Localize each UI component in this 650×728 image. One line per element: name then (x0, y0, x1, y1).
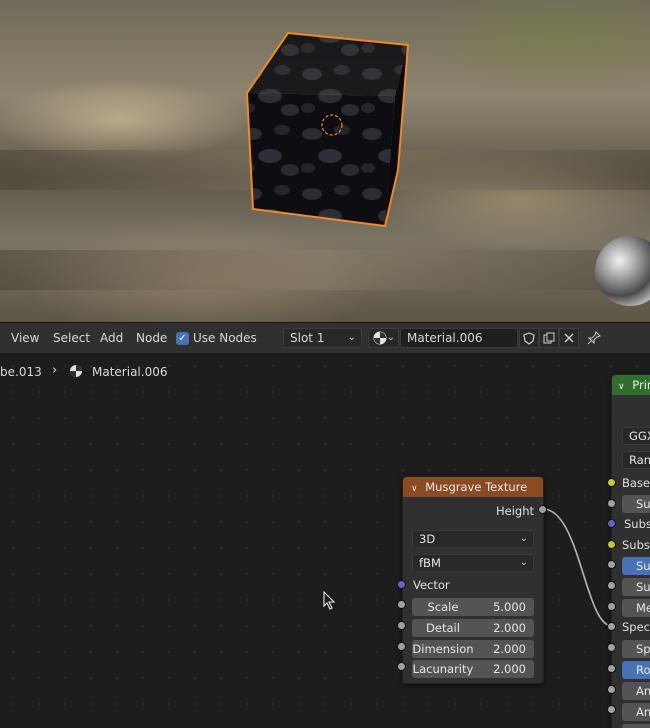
roughness-socket[interactable] (607, 664, 616, 673)
mouse-cursor-icon (323, 591, 336, 610)
menu-view[interactable]: View (11, 331, 39, 345)
copy-icon (543, 332, 555, 344)
sheen-field[interactable]: Sh (622, 724, 650, 728)
base-color-label: Base C (622, 476, 650, 490)
node-editor-header: View Select Add Node ✓ Use Nodes Slot 1 … (0, 322, 650, 353)
menu-node[interactable]: Node (136, 331, 167, 345)
cube-object[interactable] (0, 0, 650, 322)
close-icon (564, 333, 574, 343)
pin-button[interactable] (586, 330, 602, 349)
lacunarity-input-socket[interactable] (397, 662, 406, 671)
dimension-field[interactable]: Dimension 2.000 (412, 640, 534, 658)
dimension-input-socket[interactable] (397, 642, 406, 651)
material-name-value: Material.006 (407, 331, 483, 345)
anisotropic-field[interactable]: An (622, 682, 650, 700)
material-browse-button[interactable]: ⌄ (368, 328, 399, 348)
dimension-value: 2.000 (493, 642, 526, 656)
anisotropic-rotation-socket[interactable] (607, 705, 616, 714)
height-output-socket[interactable] (538, 505, 547, 514)
scale-label: Scale (427, 600, 459, 614)
material-sphere-icon (373, 331, 387, 345)
roughness-field[interactable]: Ro (622, 661, 650, 679)
lacunarity-value: 2.000 (493, 662, 526, 676)
fake-user-button[interactable] (519, 328, 539, 348)
sss-method-dropdown[interactable]: Rand (622, 451, 650, 469)
dimension-label: Dimension (412, 642, 474, 656)
node-title: Prin (632, 378, 650, 392)
collapse-chevron-icon[interactable]: ∨ (411, 484, 418, 494)
duplicate-material-button[interactable] (539, 328, 559, 348)
detail-field[interactable]: Detail 2.000 (412, 619, 534, 637)
cube-front-face (247, 93, 395, 226)
material-name-field[interactable]: Material.006 (400, 328, 518, 348)
vector-input-label: Vector (413, 578, 450, 592)
scale-input-socket[interactable] (397, 600, 406, 609)
use-nodes-checkbox[interactable]: ✓ (176, 332, 189, 345)
node-link-wire (542, 508, 613, 627)
subsurface-ior-field[interactable]: Su (622, 557, 650, 575)
specular-label: Specu (622, 620, 650, 634)
metallic-socket[interactable] (607, 602, 616, 611)
node-editor-canvas[interactable]: be.013 › Material.006 ∨ Musgrave Texture… (0, 353, 650, 728)
sss-method-value: Rand (629, 453, 650, 467)
subsurface-radius-socket[interactable] (607, 519, 616, 528)
anisotropic-rotation-field[interactable]: An (622, 703, 650, 721)
output-height-label: Height (495, 504, 534, 518)
subsurface-color-socket[interactable] (607, 540, 616, 549)
specular-tint-socket[interactable] (607, 643, 616, 652)
lacunarity-field[interactable]: Lacunarity 2.000 (412, 660, 534, 678)
slot-dropdown[interactable]: Slot 1 ⌄ (283, 328, 362, 348)
subsurface-field[interactable]: Su (622, 495, 650, 513)
musgrave-type-value: fBM (419, 556, 441, 570)
metallic-field[interactable]: Me (622, 599, 650, 617)
3d-viewport[interactable] (0, 0, 650, 322)
dimensions-value: 3D (419, 532, 436, 546)
scale-field[interactable]: Scale 5.000 (412, 598, 534, 616)
specular-tint-field[interactable]: Sp (622, 640, 650, 658)
subsurface-ior-socket[interactable] (607, 560, 616, 569)
distribution-dropdown[interactable]: GGX (622, 427, 650, 445)
vector-input-socket[interactable] (397, 580, 406, 589)
subsurface-anisotropy-field[interactable]: Su (622, 578, 650, 596)
node-title: Musgrave Texture (425, 480, 528, 494)
chevron-down-icon: ⌄ (347, 332, 356, 343)
collapse-chevron-icon[interactable]: ∨ (618, 382, 625, 392)
shield-icon (523, 331, 535, 345)
use-nodes-label[interactable]: Use Nodes (193, 331, 257, 345)
chevron-down-icon: ⌄ (519, 557, 528, 568)
subsurface-radius-label: Subs (624, 517, 650, 531)
node-header[interactable]: ∨ Prin (612, 375, 650, 395)
detail-input-socket[interactable] (397, 621, 406, 630)
lacunarity-label: Lacunarity (412, 662, 474, 676)
subsurface-anisotropy-socket[interactable] (607, 581, 616, 590)
subsurface-socket[interactable] (607, 499, 616, 508)
specular-socket[interactable] (607, 622, 616, 631)
detail-label: Detail (426, 621, 460, 635)
node-header[interactable]: ∨ Musgrave Texture (403, 477, 543, 497)
chevron-down-icon: ⌄ (519, 533, 528, 544)
unlink-material-button[interactable] (559, 328, 579, 348)
slot-value: Slot 1 (290, 331, 325, 345)
pin-icon (587, 330, 602, 345)
detail-value: 2.000 (493, 621, 526, 635)
distribution-value: GGX (629, 429, 650, 443)
chevron-down-icon: ⌄ (386, 332, 395, 343)
base-color-socket[interactable] (607, 478, 616, 487)
menu-select[interactable]: Select (53, 331, 90, 345)
musgrave-texture-node[interactable]: ∨ Musgrave Texture Height 3D ⌄ fBM ⌄ Vec… (402, 476, 544, 684)
dimensions-dropdown[interactable]: 3D ⌄ (412, 530, 534, 548)
menu-add[interactable]: Add (100, 331, 123, 345)
musgrave-type-dropdown[interactable]: fBM ⌄ (412, 554, 534, 572)
principled-bsdf-node[interactable]: ∨ Prin GGX Rand Base C Su Subs Subsu Su … (611, 374, 650, 728)
anisotropic-socket[interactable] (607, 685, 616, 694)
subsurface-color-label: Subsu (622, 538, 650, 552)
scale-value: 5.000 (493, 600, 526, 614)
